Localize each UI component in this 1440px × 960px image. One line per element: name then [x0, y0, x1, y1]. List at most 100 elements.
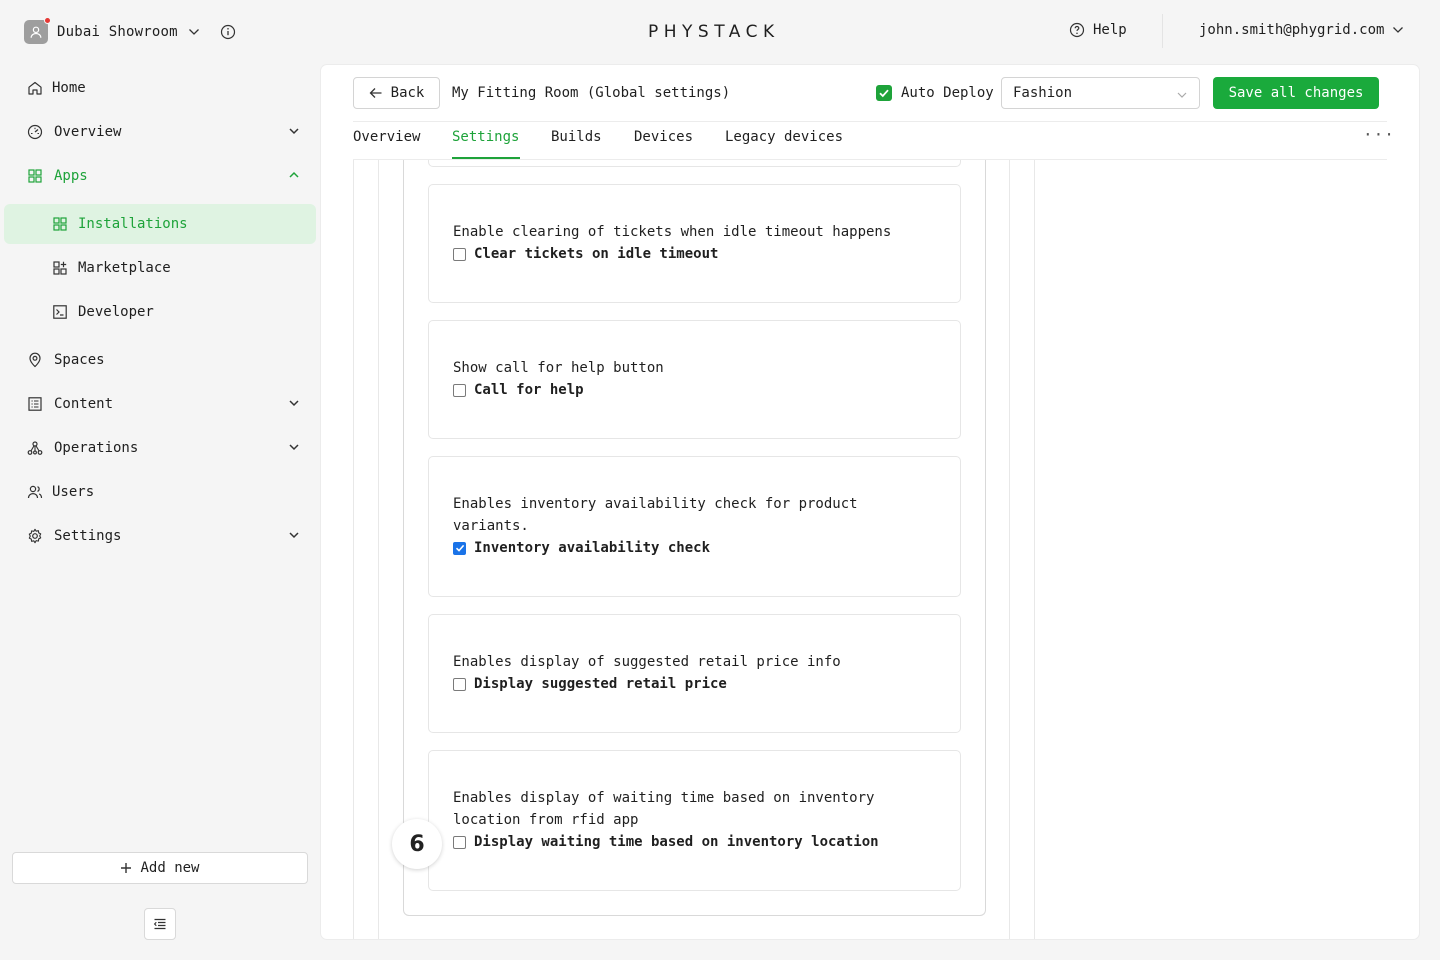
- setting-description: Enables inventory availability check for…: [453, 496, 858, 534]
- auto-deploy-label: Auto Deploy: [901, 85, 994, 101]
- sidebar-item-label: Marketplace: [78, 260, 171, 276]
- sidebar-item-label: Operations: [54, 440, 139, 456]
- help-link[interactable]: Help: [1069, 22, 1127, 38]
- chevron-down-icon[interactable]: [288, 125, 300, 137]
- auto-deploy-toggle[interactable]: Auto Deploy: [876, 85, 994, 101]
- sidebar-item-marketplace[interactable]: Marketplace: [4, 248, 316, 288]
- plus-icon: [121, 863, 132, 873]
- check-icon: [455, 544, 464, 552]
- setting-card-retail-price: Enables display of suggested retail pric…: [428, 614, 961, 733]
- sidebar-item-content[interactable]: Content: [4, 384, 316, 424]
- info-icon[interactable]: [220, 24, 236, 40]
- collapse-sidebar-button[interactable]: [144, 908, 176, 940]
- settings-card-previous: [428, 160, 961, 167]
- grid-icon: [53, 217, 67, 231]
- arrow-left-icon: [369, 88, 382, 98]
- sidebar-item-users[interactable]: Users: [4, 472, 316, 512]
- setting-option-clear-tickets[interactable]: Clear tickets on idle timeout: [453, 246, 718, 262]
- sidebar-item-spaces[interactable]: Spaces: [4, 340, 316, 380]
- auto-deploy-checkbox[interactable]: [876, 85, 892, 101]
- content-border-right: [1034, 160, 1035, 939]
- sidebar-item-apps[interactable]: Apps: [4, 156, 316, 196]
- workspace-avatar[interactable]: [24, 17, 51, 44]
- call-for-help-checkbox[interactable]: [453, 383, 466, 397]
- sidebar-item-installations[interactable]: Installations: [4, 204, 316, 244]
- list-box-icon: [28, 397, 42, 411]
- gauge-icon: [27, 124, 43, 140]
- users-icon: [27, 485, 43, 499]
- add-new-button[interactable]: Add new: [12, 852, 308, 884]
- workspace-switcher[interactable]: Dubai Showroom: [24, 17, 236, 44]
- category-select[interactable]: Fashion: [1001, 77, 1200, 109]
- inventory-check-checkbox[interactable]: [453, 541, 466, 555]
- main-panel: Back My Fitting Room (Global settings) A…: [321, 65, 1419, 939]
- sidebar-item-overview[interactable]: Overview: [4, 112, 316, 152]
- setting-description: Enables display of suggested retail pric…: [453, 654, 841, 670]
- more-options-icon[interactable]: ···: [1363, 125, 1395, 144]
- terminal-icon: [53, 305, 67, 319]
- back-button[interactable]: Back: [353, 77, 440, 109]
- chevron-down-icon[interactable]: [288, 529, 300, 541]
- sidebar-item-label: Apps: [54, 168, 88, 184]
- sidebar-item-label: Content: [54, 396, 114, 412]
- help-circle-icon: [1069, 22, 1085, 38]
- header-divider: [1162, 14, 1163, 48]
- content-border-inner-left: [378, 160, 379, 939]
- clear-tickets-checkbox[interactable]: [453, 247, 466, 261]
- sidebar-item-operations[interactable]: Operations: [4, 428, 316, 468]
- tab-builds[interactable]: Builds: [551, 129, 602, 145]
- notification-dot: [44, 17, 51, 24]
- sidebar-item-settings[interactable]: Settings: [4, 516, 316, 556]
- setting-card-call-for-help: Show call for help button Call for help: [428, 320, 961, 439]
- sidebar-item-home[interactable]: Home: [4, 68, 316, 108]
- map-pin-icon: [29, 352, 41, 368]
- user-email: john.smith@phygrid.com: [1199, 22, 1385, 38]
- setting-option-label: Clear tickets on idle timeout: [474, 246, 719, 262]
- setting-description: Enable clearing of tickets when idle tim…: [453, 224, 892, 240]
- setting-option-label: Display waiting time based on inventory …: [474, 834, 879, 850]
- tab-devices[interactable]: Devices: [634, 129, 693, 145]
- setting-option-call-for-help[interactable]: Call for help: [453, 382, 584, 398]
- home-icon: [28, 81, 42, 95]
- chevron-down-icon[interactable]: [288, 441, 300, 453]
- save-all-changes-button[interactable]: Save all changes: [1213, 77, 1379, 109]
- waiting-time-checkbox[interactable]: [453, 835, 466, 849]
- tab-legacy-devices[interactable]: Legacy devices: [725, 129, 843, 145]
- setting-card-inventory-check: Enables inventory availability check for…: [428, 456, 961, 597]
- gear-icon: [28, 528, 42, 544]
- setting-option-waiting-time[interactable]: Display waiting time based on inventory …: [453, 834, 879, 850]
- chevron-down-icon: [1393, 27, 1404, 33]
- content-border-left: [353, 160, 354, 939]
- brand-logo[interactable]: PHYSTACK: [648, 22, 780, 42]
- setting-option-inventory-check[interactable]: Inventory availability check: [453, 540, 710, 556]
- sidebar-item-developer[interactable]: Developer: [4, 292, 316, 332]
- sidebar-item-label: Home: [52, 80, 86, 96]
- retail-price-checkbox[interactable]: [453, 677, 466, 691]
- chevron-down-icon: [1177, 92, 1187, 98]
- tab-overview[interactable]: Overview: [353, 129, 420, 145]
- collapse-menu-icon: [153, 918, 166, 930]
- chevron-down-icon[interactable]: [188, 26, 200, 38]
- grid-plus-icon: [53, 261, 67, 275]
- setting-option-label: Display suggested retail price: [474, 676, 727, 692]
- setting-option-label: Call for help: [474, 382, 584, 398]
- setting-card-clear-tickets: Enable clearing of tickets when idle tim…: [428, 184, 961, 303]
- setting-option-retail-price[interactable]: Display suggested retail price: [453, 676, 727, 692]
- tab-bar: Overview Settings Builds Devices Legacy …: [353, 122, 1394, 160]
- workspace-name[interactable]: Dubai Showroom: [57, 24, 178, 40]
- chevron-down-icon[interactable]: [288, 397, 300, 409]
- setting-description: Show call for help button: [453, 360, 664, 376]
- content-border-inner-right: [1009, 160, 1010, 939]
- user-menu[interactable]: john.smith@phygrid.com: [1199, 22, 1404, 38]
- chevron-up-icon[interactable]: [288, 169, 300, 181]
- user-icon: [30, 26, 42, 38]
- page-title: My Fitting Room (Global settings): [452, 85, 731, 101]
- grid-icon: [28, 169, 42, 183]
- sidebar: Home Overview Apps Installations Marketp…: [0, 64, 320, 960]
- sidebar-item-label: Spaces: [54, 352, 105, 368]
- sidebar-item-label: Installations: [78, 216, 188, 232]
- tab-settings[interactable]: Settings: [452, 129, 519, 145]
- help-label: Help: [1093, 22, 1127, 38]
- sidebar-item-label: Overview: [54, 124, 122, 140]
- sidebar-item-label: Users: [52, 484, 95, 500]
